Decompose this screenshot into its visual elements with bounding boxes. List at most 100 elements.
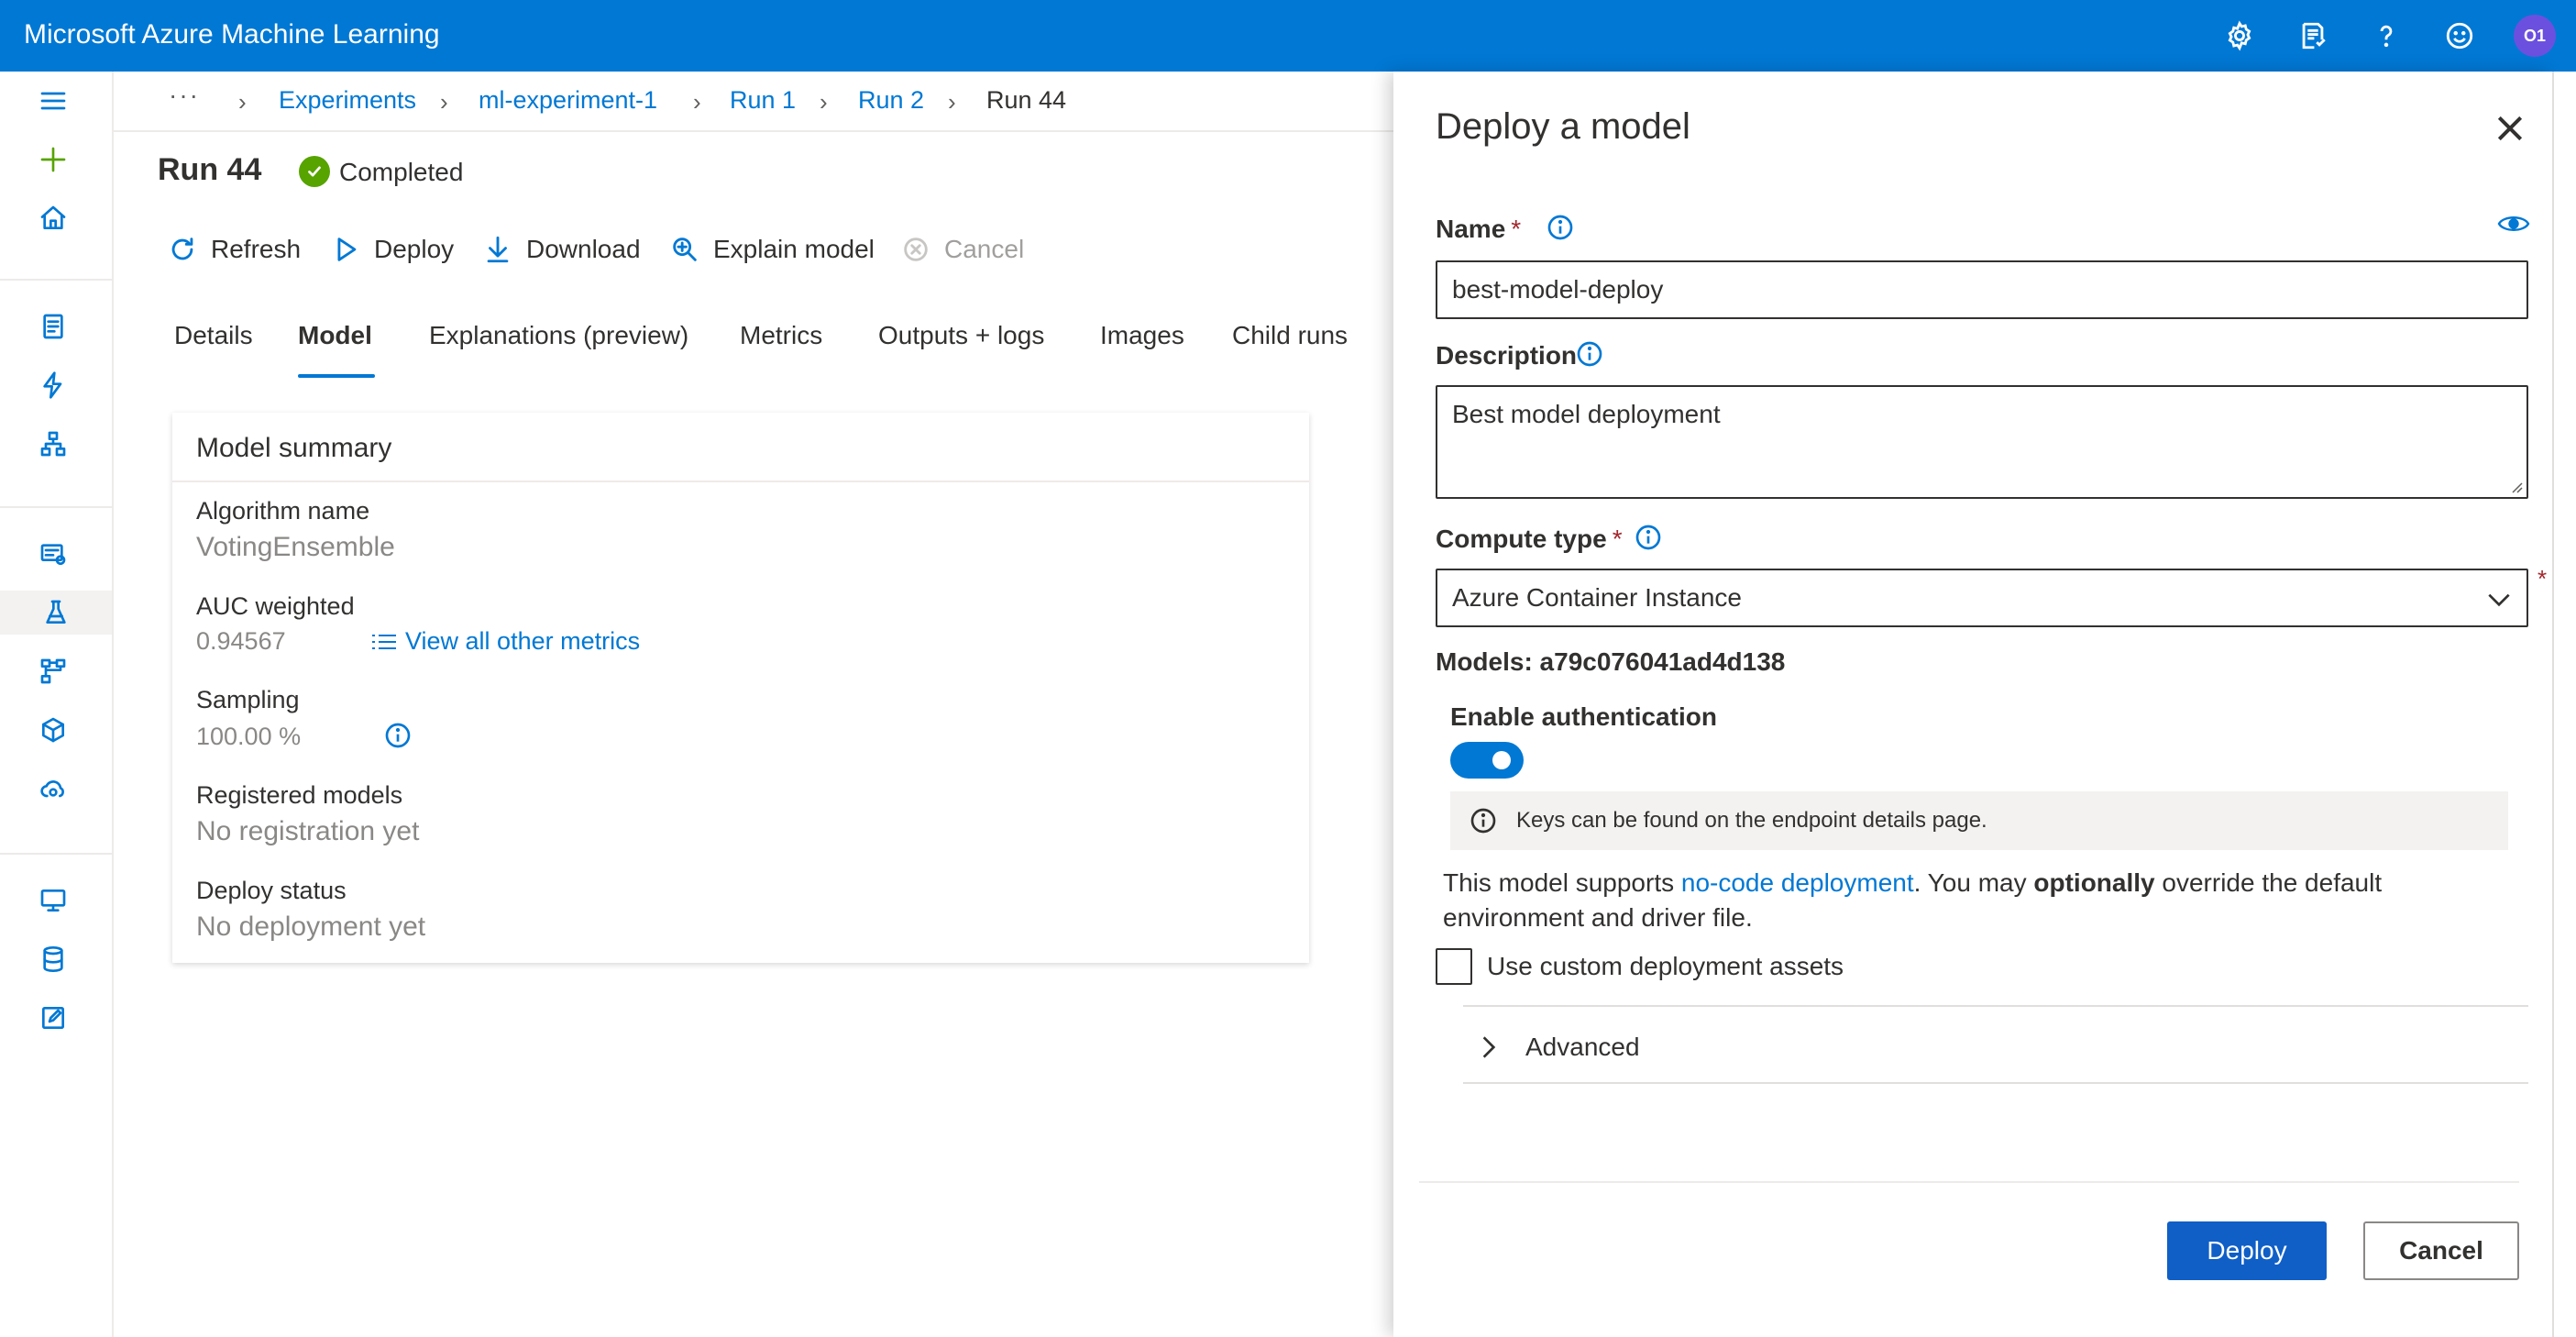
smiley-icon[interactable] [2438,15,2481,57]
breadcrumb-experiments[interactable]: Experiments [279,86,416,115]
sampling-value: 100.00 % [196,723,302,750]
plus-icon[interactable] [31,138,75,182]
datasets-icon[interactable] [31,532,75,576]
labeling-icon[interactable] [31,996,75,1040]
deploy-button[interactable]: Deploy [2167,1221,2327,1280]
info-icon[interactable] [1546,213,1575,242]
advanced-divider [1463,1082,2528,1084]
hamburger-icon[interactable] [31,79,75,123]
info-icon[interactable] [383,721,413,750]
notebook-icon[interactable] [31,304,75,348]
tab-outputs-logs[interactable]: Outputs + logs [878,321,1044,350]
close-icon[interactable] [2492,110,2528,147]
home-icon[interactable] [31,196,75,240]
custom-assets-label[interactable]: Use custom deployment assets [1487,952,1844,981]
registered-models-value: No registration yet [196,816,420,846]
custom-assets-checkbox[interactable] [1436,948,1472,985]
deploy-status-value: No deployment yet [196,912,426,942]
sampling-label: Sampling [196,686,300,713]
required-mark: * [1612,525,1623,553]
gear-icon[interactable] [2218,15,2261,57]
cancel-button[interactable]: Cancel [2363,1221,2519,1280]
cancel-circle-icon [904,238,928,261]
compute-type-label: Compute type * [1436,525,1623,554]
algorithm-name-value: VotingEnsemble [196,532,395,562]
breadcrumb-run-2[interactable]: Run 2 [858,86,924,115]
model-summary-title: Model summary [196,433,392,463]
breadcrumb-more-button[interactable]: ··· [169,81,200,110]
toggle-knob [1492,751,1511,769]
name-label: Name * [1436,215,1521,244]
description-textarea[interactable]: Best model deployment [1436,385,2528,499]
left-nav [0,72,114,1337]
endpoints-icon[interactable] [31,767,75,811]
keys-info-bar: Keys can be found on the endpoint detail… [1450,791,2508,850]
cancel-run-label: Cancel [944,235,1025,263]
panel-scrollbar[interactable] [2552,72,2576,1337]
compute-type-label-text: Compute type [1436,525,1607,553]
view-all-metrics-label: View all other metrics [405,627,641,655]
datastores-icon[interactable] [31,937,75,981]
name-input[interactable]: best-model-deploy [1436,260,2528,319]
compute-icon[interactable] [31,878,75,923]
algorithm-name-label: Algorithm name [196,497,370,525]
tab-images[interactable]: Images [1100,321,1184,350]
automl-icon[interactable] [31,363,75,407]
explain-model-label: Explain model [713,235,875,263]
designer-icon[interactable] [31,422,75,466]
models-icon[interactable] [31,708,75,752]
nav-divider [0,279,112,281]
resize-grip-icon[interactable] [2508,479,2523,493]
status-badge: Completed [339,158,464,186]
page-title: Run 44 [158,152,262,187]
breadcrumb-chevron-icon: › [820,88,828,116]
advanced-divider [1463,1005,2528,1007]
compute-type-dropdown[interactable]: Azure Container Instance [1436,569,2528,627]
registered-models-label: Registered models [196,781,403,809]
tab-explanations[interactable]: Explanations (preview) [429,321,688,350]
description-value: Best model deployment [1452,400,1721,428]
breadcrumb-experiment[interactable]: ml-experiment-1 [479,86,657,115]
auc-weighted-value: 0.94567 [196,627,286,655]
explain-model-button[interactable]: Explain model [669,231,875,268]
deploy-command-label: Deploy [374,235,455,263]
app-title[interactable]: Microsoft Azure Machine Learning [24,19,440,50]
chevron-right-icon[interactable] [1474,1033,1503,1062]
avatar[interactable]: O1 [2514,15,2556,57]
advanced-toggle[interactable]: Advanced [1525,1033,1640,1062]
eye-icon[interactable] [2497,211,2530,237]
support-bold: optionally [2033,868,2155,897]
magnifier-plus-icon [673,238,697,261]
download-icon [487,236,509,263]
pipelines-icon[interactable] [31,649,75,693]
breadcrumb-run-1[interactable]: Run 1 [730,86,796,115]
view-all-metrics-link[interactable]: View all other metrics [370,627,640,656]
tab-child-runs[interactable]: Child runs [1232,321,1348,350]
no-code-support-text: This model supports no-code deployment. … [1443,866,2525,935]
check-circle-icon [299,156,330,187]
refresh-button[interactable]: Refresh [167,231,301,268]
enable-authentication-toggle[interactable] [1450,742,1524,779]
cancel-run-button[interactable]: Cancel [900,231,1024,268]
tab-model[interactable]: Model [298,321,372,350]
info-icon [1470,808,1496,834]
no-code-deployment-link[interactable]: no-code deployment [1681,868,1914,897]
help-icon[interactable] [2365,15,2407,57]
deploy-model-panel: Deploy a model Name * best-model-deploy D… [1393,72,2552,1337]
feedback-list-icon[interactable] [2292,15,2334,57]
tab-metrics[interactable]: Metrics [740,321,822,350]
model-summary-card: Model summary Algorithm name VotingEnsem… [172,413,1309,963]
auc-weighted-label: AUC weighted [196,592,355,620]
breadcrumb-run-44: Run 44 [986,86,1067,114]
refresh-icon [171,238,193,260]
experiments-icon[interactable] [0,591,112,635]
keys-info-text: Keys can be found on the endpoint detail… [1516,808,1987,833]
deploy-command-button[interactable]: Deploy [330,231,454,268]
download-button[interactable]: Download [482,231,641,268]
info-icon[interactable] [1575,339,1604,369]
nav-divider [0,853,112,855]
panel-title: Deploy a model [1436,106,1690,147]
description-label: Description [1436,341,1578,370]
info-icon[interactable] [1634,523,1663,552]
tab-details[interactable]: Details [174,321,253,350]
